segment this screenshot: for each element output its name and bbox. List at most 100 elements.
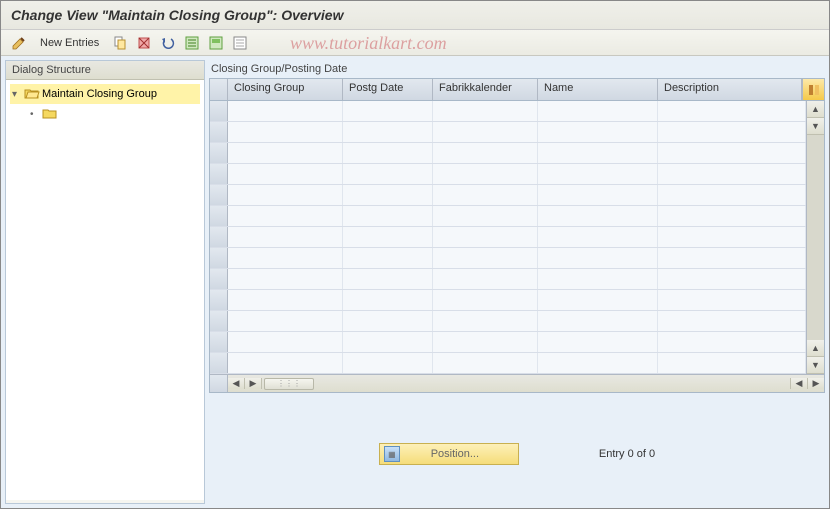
grid-cell[interactable] — [433, 248, 538, 268]
select-block-icon[interactable] — [206, 33, 226, 53]
table-row[interactable] — [210, 122, 806, 143]
change-mode-icon[interactable] — [9, 33, 29, 53]
grid-cell[interactable] — [658, 290, 806, 310]
grid-cell[interactable] — [538, 269, 658, 289]
scroll-up-icon[interactable]: ▲ — [807, 340, 824, 357]
row-selector[interactable] — [210, 122, 228, 142]
grid-cell[interactable] — [343, 290, 433, 310]
grid-cell[interactable] — [433, 164, 538, 184]
table-row[interactable] — [210, 332, 806, 353]
grid-cell[interactable] — [228, 164, 343, 184]
grid-cell[interactable] — [228, 227, 343, 247]
table-row[interactable] — [210, 353, 806, 374]
grid-cell[interactable] — [658, 122, 806, 142]
tree-collapse-icon[interactable]: ▾ — [12, 89, 22, 100]
grid-cell[interactable] — [228, 101, 343, 121]
delete-icon[interactable] — [134, 33, 154, 53]
row-selector-header[interactable] — [210, 79, 228, 100]
table-row[interactable] — [210, 185, 806, 206]
grid-cell[interactable] — [343, 143, 433, 163]
grid-cell[interactable] — [343, 185, 433, 205]
table-row[interactable] — [210, 269, 806, 290]
grid-cell[interactable] — [538, 206, 658, 226]
row-selector[interactable] — [210, 269, 228, 289]
grid-cell[interactable] — [433, 206, 538, 226]
grid-cell[interactable] — [228, 143, 343, 163]
grid-cell[interactable] — [343, 311, 433, 331]
grid-cell[interactable] — [538, 164, 658, 184]
grid-cell[interactable] — [343, 332, 433, 352]
grid-cell[interactable] — [658, 101, 806, 121]
position-button[interactable]: ▦ Position... — [379, 443, 519, 465]
row-selector[interactable] — [210, 143, 228, 163]
row-selector[interactable] — [210, 311, 228, 331]
table-row[interactable] — [210, 164, 806, 185]
deselect-all-icon[interactable] — [230, 33, 250, 53]
grid-cell[interactable] — [538, 290, 658, 310]
table-row[interactable] — [210, 206, 806, 227]
grid-cell[interactable] — [433, 185, 538, 205]
grid-cell[interactable] — [433, 311, 538, 331]
grid-cell[interactable] — [538, 353, 658, 373]
table-row[interactable] — [210, 311, 806, 332]
grid-cell[interactable] — [658, 143, 806, 163]
grid-cell[interactable] — [228, 311, 343, 331]
grid-cell[interactable] — [538, 101, 658, 121]
grid-cell[interactable] — [433, 353, 538, 373]
grid-cell[interactable] — [433, 227, 538, 247]
grid-cell[interactable] — [343, 164, 433, 184]
grid-cell[interactable] — [343, 248, 433, 268]
grid-cell[interactable] — [228, 206, 343, 226]
copy-icon[interactable] — [110, 33, 130, 53]
column-header[interactable]: Closing Group — [228, 79, 343, 100]
table-row[interactable] — [210, 101, 806, 122]
grid-cell[interactable] — [433, 122, 538, 142]
grid-cell[interactable] — [658, 269, 806, 289]
new-entries-button[interactable]: New Entries — [33, 33, 106, 53]
grid-cell[interactable] — [658, 164, 806, 184]
grid-cell[interactable] — [228, 185, 343, 205]
grid-cell[interactable] — [658, 353, 806, 373]
select-all-icon[interactable] — [182, 33, 202, 53]
grid-cell[interactable] — [228, 332, 343, 352]
grid-cell[interactable] — [433, 143, 538, 163]
row-selector[interactable] — [210, 248, 228, 268]
grid-cell[interactable] — [538, 227, 658, 247]
table-settings-icon[interactable] — [802, 79, 824, 100]
table-row[interactable] — [210, 143, 806, 164]
undo-icon[interactable] — [158, 33, 178, 53]
column-header[interactable]: Name — [538, 79, 658, 100]
grid-cell[interactable] — [658, 185, 806, 205]
tree-node-child[interactable]: • — [28, 104, 200, 124]
scroll-right-icon[interactable]: ▶ — [807, 378, 824, 389]
grid-cell[interactable] — [538, 185, 658, 205]
scroll-track[interactable] — [807, 135, 824, 340]
row-selector[interactable] — [210, 164, 228, 184]
table-row[interactable] — [210, 227, 806, 248]
grid-cell[interactable] — [538, 332, 658, 352]
vertical-scrollbar[interactable]: ▲ ▼ ▲ ▼ — [806, 101, 824, 374]
grid-cell[interactable] — [433, 269, 538, 289]
scroll-right-icon[interactable]: ▶ — [245, 378, 262, 389]
grid-cell[interactable] — [228, 290, 343, 310]
grid-cell[interactable] — [343, 101, 433, 121]
column-header[interactable]: Postg Date — [343, 79, 433, 100]
grid-cell[interactable] — [228, 248, 343, 268]
grid-cell[interactable] — [658, 332, 806, 352]
grid-cell[interactable] — [433, 332, 538, 352]
column-header[interactable]: Description — [658, 79, 802, 100]
grid-cell[interactable] — [433, 101, 538, 121]
grid-cell[interactable] — [538, 248, 658, 268]
row-selector[interactable] — [210, 206, 228, 226]
scroll-left-icon[interactable]: ◀ — [228, 378, 245, 389]
column-header[interactable]: Fabrikkalender — [433, 79, 538, 100]
table-row[interactable] — [210, 248, 806, 269]
grid-cell[interactable] — [343, 206, 433, 226]
grid-cell[interactable] — [343, 122, 433, 142]
grid-cell[interactable] — [228, 122, 343, 142]
row-selector[interactable] — [210, 227, 228, 247]
grid-cell[interactable] — [538, 122, 658, 142]
scroll-left-icon[interactable]: ◀ — [790, 378, 807, 389]
grid-cell[interactable] — [658, 311, 806, 331]
grid-cell[interactable] — [658, 227, 806, 247]
